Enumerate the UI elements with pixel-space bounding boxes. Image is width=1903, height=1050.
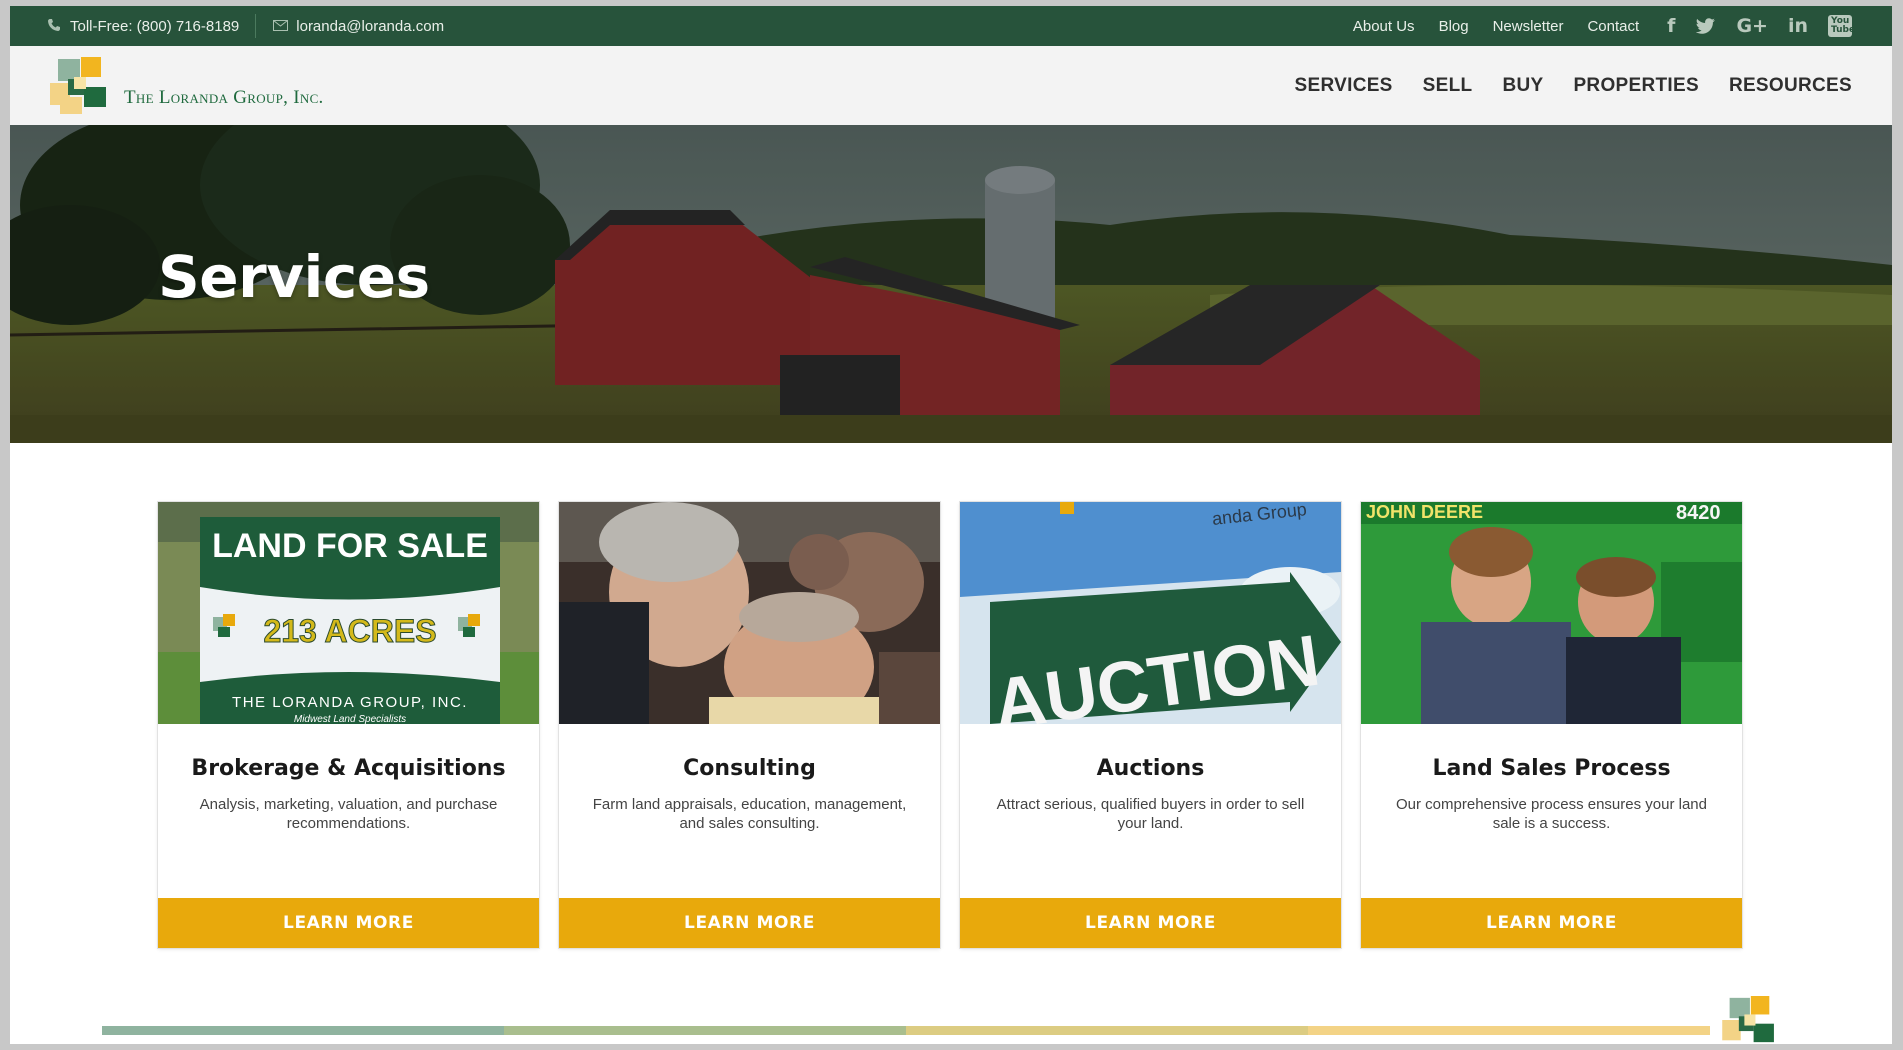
email-address[interactable]: loranda@loranda.com: [296, 18, 444, 35]
card-auctions: AUCTION anda Group Auctions Attract seri…: [960, 502, 1341, 948]
about-us-link[interactable]: About Us: [1353, 18, 1415, 35]
sign-line-4: Midwest Land Specialists: [294, 714, 406, 724]
nav-resources[interactable]: RESOURCES: [1729, 75, 1852, 97]
card-title: Consulting: [683, 756, 816, 781]
land-for-sale-image: LAND FOR SALE 213 ACRES THE LORANDA GROU…: [158, 502, 539, 724]
card-brokerage: LAND FOR SALE 213 ACRES THE LORANDA GROU…: [158, 502, 539, 948]
learn-more-button[interactable]: LEARN MORE: [559, 898, 940, 948]
tractor-model-text: 8420: [1676, 502, 1721, 524]
blog-link[interactable]: Blog: [1439, 18, 1469, 35]
email-contact[interactable]: loranda@loranda.com: [272, 18, 444, 35]
phone-contact[interactable]: Toll-Free: (800) 716-8189: [46, 18, 239, 35]
card-title: Brokerage & Acquisitions: [191, 756, 506, 781]
tractor-brand-text: JOHN DEERE: [1366, 502, 1483, 522]
hero-banner: Services: [10, 125, 1892, 443]
card-description: Farm land appraisals, education, managem…: [592, 796, 907, 832]
facebook-icon[interactable]: f: [1667, 15, 1675, 37]
card-land-sales-process: JOHN DEERE 8420 Land Sales Process Our c…: [1361, 502, 1742, 948]
newsletter-link[interactable]: Newsletter: [1493, 18, 1564, 35]
consulting-image: [559, 502, 940, 724]
nav-properties[interactable]: PROPERTIES: [1573, 75, 1698, 97]
card-description: Attract serious, qualified buyers in ord…: [996, 796, 1305, 832]
footer-logo-icon: [1722, 996, 1774, 1043]
stripe-segment: [1308, 1026, 1710, 1035]
nav-buy[interactable]: BUY: [1502, 75, 1543, 97]
phone-number[interactable]: Toll-Free: (800) 716-8189: [70, 18, 239, 35]
mail-icon: [272, 18, 288, 34]
stripe-segment: [504, 1026, 906, 1035]
card-consulting: Consulting Farm land appraisals, educati…: [559, 502, 940, 948]
stripe-segment: [906, 1026, 1308, 1035]
page-title: Services: [158, 243, 430, 311]
card-description: Analysis, marketing, valuation, and purc…: [199, 796, 498, 832]
logo-text: The Loranda Group, Inc.: [124, 86, 324, 108]
phone-icon: [46, 18, 62, 35]
site-header: The Loranda Group, Inc. SERVICES SELL BU…: [10, 46, 1892, 125]
nav-services[interactable]: SERVICES: [1295, 75, 1393, 97]
google-plus-icon[interactable]: G+: [1736, 15, 1768, 37]
services-cards: LAND FOR SALE 213 ACRES THE LORANDA GROU…: [158, 502, 1742, 948]
top-bar: Toll-Free: (800) 716-8189 loranda@lorand…: [10, 6, 1892, 46]
page-frame: Toll-Free: (800) 716-8189 loranda@lorand…: [10, 6, 1892, 1044]
sign-line-1: LAND FOR SALE: [212, 527, 488, 565]
card-title: Auctions: [1096, 756, 1205, 781]
card-description: Our comprehensive process ensures your l…: [1396, 796, 1707, 832]
nav-sell[interactable]: SELL: [1423, 75, 1473, 97]
learn-more-button[interactable]: LEARN MORE: [960, 898, 1341, 948]
main-nav: SERVICES SELL BUY PROPERTIES RESOURCES: [1295, 75, 1852, 97]
contact-link[interactable]: Contact: [1587, 18, 1639, 35]
sign-line-3: THE LORANDA GROUP, INC.: [232, 694, 468, 711]
logo-mark-icon: [50, 56, 106, 114]
tractor-image: JOHN DEERE 8420: [1361, 502, 1742, 724]
site-logo[interactable]: The Loranda Group, Inc.: [48, 56, 324, 115]
stripe-segment: [102, 1026, 504, 1035]
divider: [255, 14, 257, 38]
learn-more-button[interactable]: LEARN MORE: [158, 898, 539, 948]
sign-line-2: 213 ACRES: [263, 613, 436, 649]
footer-color-stripe: [102, 1026, 1710, 1035]
learn-more-button[interactable]: LEARN MORE: [1361, 898, 1742, 948]
twitter-icon[interactable]: [1695, 17, 1716, 35]
auction-sign-image: AUCTION anda Group: [960, 502, 1341, 724]
card-title: Land Sales Process: [1432, 756, 1671, 781]
linkedin-icon[interactable]: in: [1788, 15, 1808, 37]
youtube-icon[interactable]: You Tube: [1828, 15, 1855, 37]
